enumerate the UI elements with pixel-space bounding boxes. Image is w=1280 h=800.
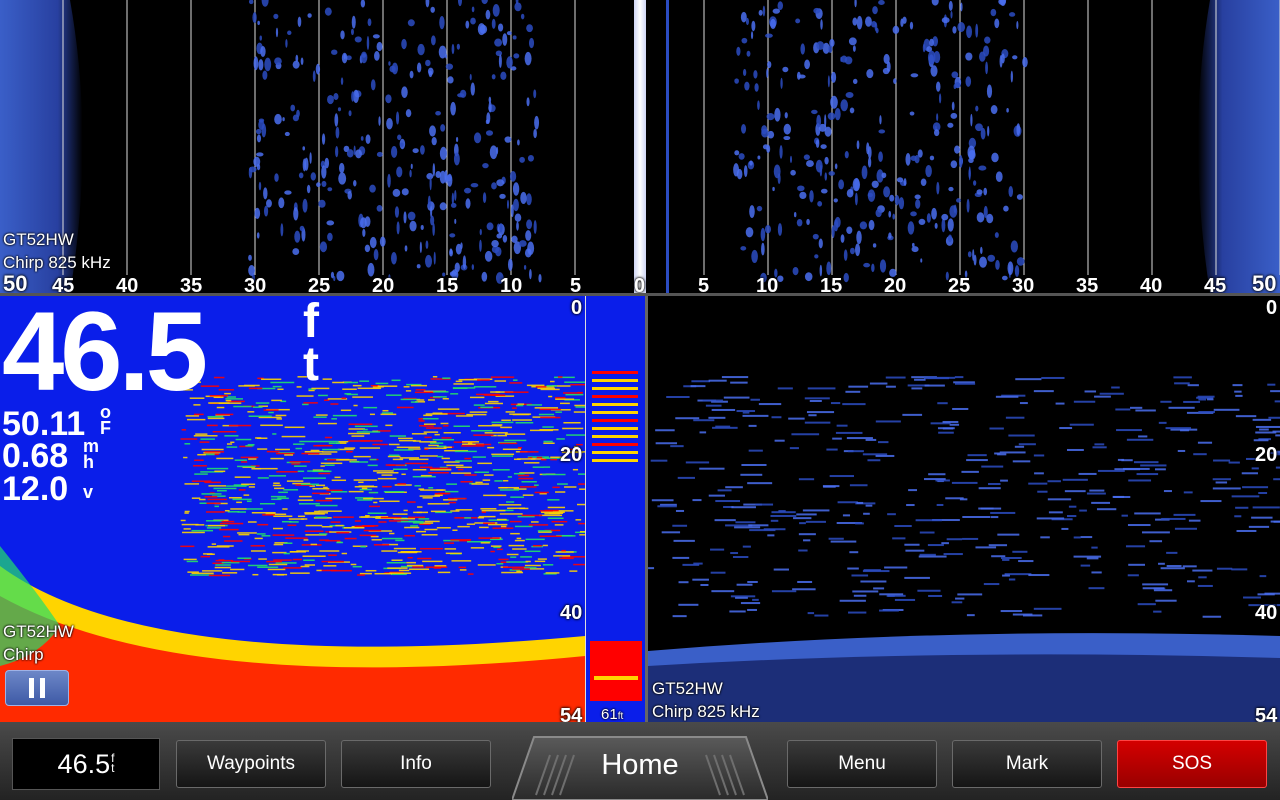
menu-button[interactable]: Menu [787,740,937,788]
sidevu-scale-right-50: 50 [1252,271,1277,296]
flasher-bar [585,296,646,722]
trad-scale-20: 20 [560,444,583,466]
water-temp-readout: 50.11 [2,405,86,443]
downvu-panel[interactable] [648,296,1280,722]
pause-button[interactable] [5,670,69,706]
speed-unit: mh [83,436,100,473]
downvu-scale-20: 20 [1255,444,1278,466]
sidevu-right-image [666,0,1280,293]
info-button[interactable]: Info [341,740,491,788]
waypoints-button[interactable]: Waypoints [176,740,326,788]
depth-unit-top: f [303,295,319,348]
trad-source-label: GT52HW [3,622,74,641]
depth-box-value: 46.5 [57,748,111,779]
sidevu-source-label: GT52HW [3,230,74,249]
depth-unit: f t [296,295,326,392]
sidevu-left-image [0,0,576,293]
trad-mode-label: Chirp [3,645,44,664]
downvu-scale-40: 40 [1255,602,1278,624]
downvu-source-label: GT52HW [652,679,723,698]
sidevu-left-panel[interactable] [0,0,634,293]
speed-readout: 0.68 [2,437,69,475]
voltage-unit: v [83,482,94,502]
downvu-freq-label: Chirp 825 kHz [652,702,760,721]
downvu-scale-0: 0 [1266,297,1278,319]
depth-box-unit: ft [111,751,115,775]
depth-data-box[interactable]: 46.5 ft [12,738,160,790]
sidevu-freq-label: Chirp 825 kHz [3,253,111,272]
voltage-readout: 12.0 [2,470,69,508]
pause-icon [29,678,34,698]
downvu-image [648,376,1280,722]
depth-readout: 46.5 [2,289,208,414]
flasher-depth: 61ft [601,706,624,723]
flasher-image [590,371,642,701]
sidevu-center-bar [634,0,646,293]
sidevu-right-panel[interactable] [646,0,1280,293]
water-temp-unit: oF [100,402,111,439]
home-button[interactable]: Home [512,740,768,790]
trad-scale-0: 0 [571,297,583,319]
mark-button[interactable]: Mark [952,740,1102,788]
trad-scale-40: 40 [560,602,583,624]
depth-unit-bottom: t [303,338,319,392]
sos-button[interactable]: SOS [1117,740,1267,788]
